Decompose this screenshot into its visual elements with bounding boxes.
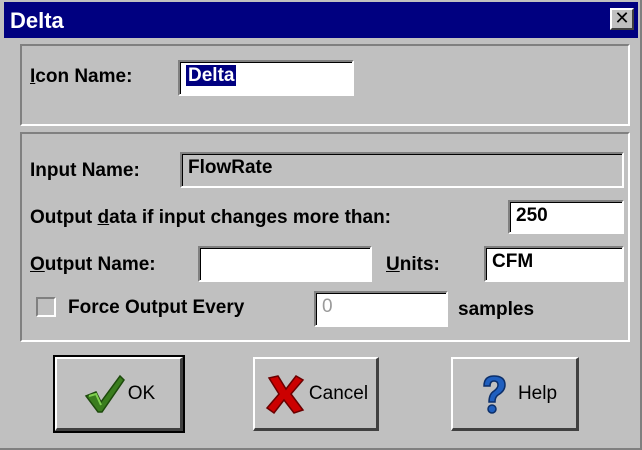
ok-button[interactable]: OK: [53, 355, 185, 433]
delta-dialog: Delta ✕ Icon Name: Delta Input Name: Flo…: [0, 0, 642, 450]
force-output-samples-input[interactable]: 0: [314, 291, 448, 327]
units-label: Units:: [386, 254, 440, 275]
icon-name-input[interactable]: Delta: [178, 60, 354, 96]
help-label: Help: [517, 382, 558, 404]
title-bar[interactable]: Delta ✕: [4, 2, 638, 38]
input-name-label: Input Name:: [30, 160, 140, 181]
samples-label: samples: [458, 299, 535, 320]
force-output-label: Force Output Every: [68, 297, 245, 318]
output-name-label: Output Name:: [30, 254, 156, 275]
window-title: Delta: [10, 8, 64, 33]
cancel-label: Cancel: [308, 382, 369, 404]
cancel-button[interactable]: Cancel: [253, 357, 379, 431]
red-x-icon: [265, 374, 305, 414]
output-threshold-input[interactable]: 250: [508, 200, 624, 234]
close-icon: ✕: [614, 8, 630, 29]
output-name-input[interactable]: [198, 246, 372, 282]
force-output-checkbox[interactable]: [36, 297, 56, 317]
output-threshold-label: Output data if input changes more than:: [30, 207, 392, 228]
close-button[interactable]: ✕: [610, 8, 634, 30]
ok-label: OK: [127, 382, 156, 404]
icon-name-value: Delta: [186, 65, 237, 86]
question-mark-icon: [483, 374, 506, 414]
help-button[interactable]: Help: [451, 357, 579, 431]
checkmark-icon: [84, 374, 125, 413]
units-input[interactable]: CFM: [484, 246, 624, 282]
input-name-field: FlowRate: [180, 152, 624, 188]
icon-name-label: Icon Name:: [30, 66, 133, 87]
